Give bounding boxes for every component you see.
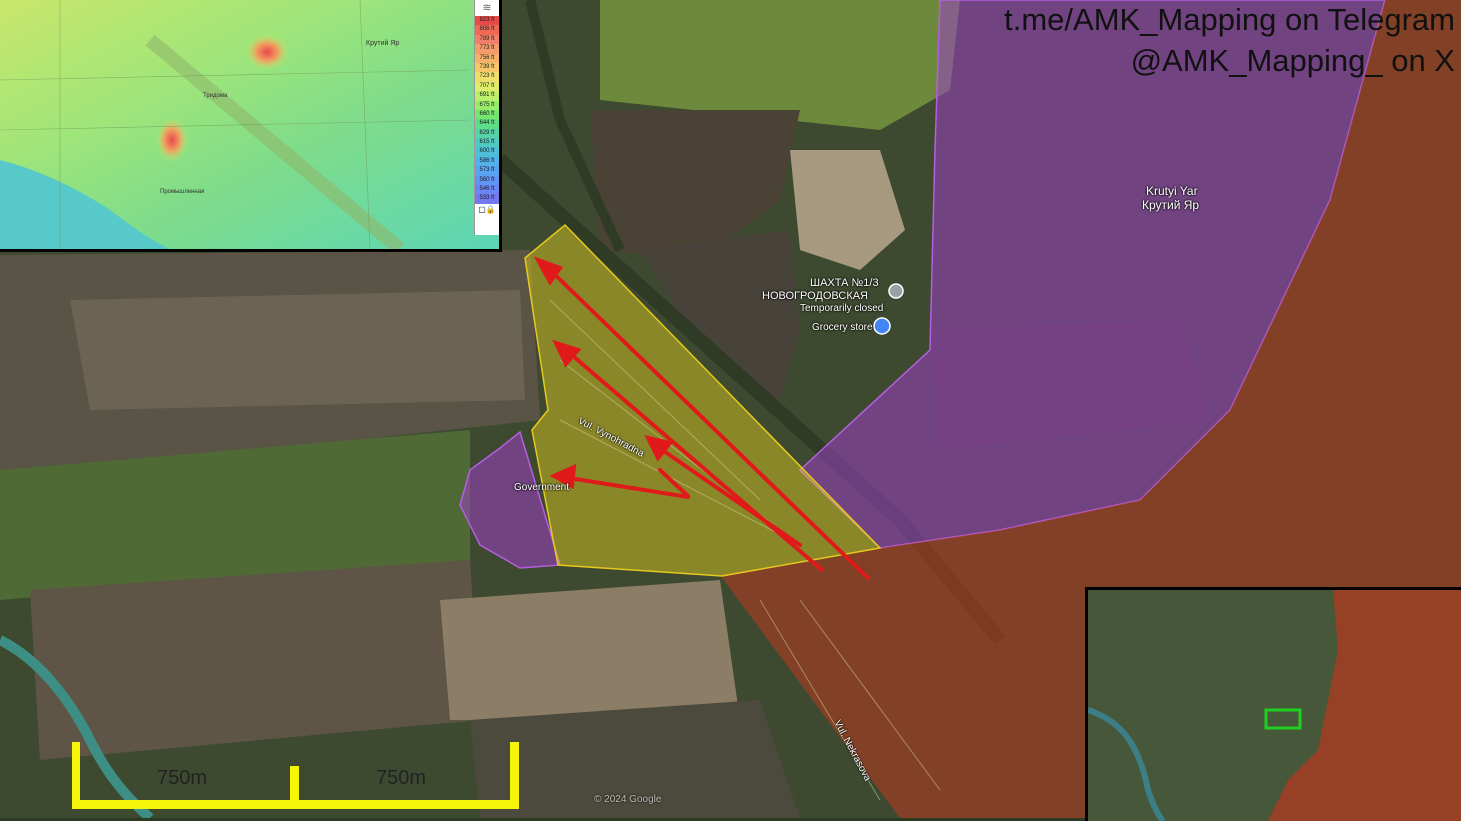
elevation-legend-entry: 546 ft — [475, 185, 499, 195]
krutyi-yar-label-ru: Крутий Яр — [1142, 198, 1200, 212]
field-west-stripes — [70, 290, 525, 410]
elevation-legend-entry: 586 ft — [475, 156, 499, 167]
shakhta-label-1: ШАХТА №1/3 — [810, 277, 879, 289]
elev-label-road: Промышленная — [160, 189, 205, 195]
elevation-legend-entry: 806 ft — [475, 25, 499, 35]
elev-label-village: Тридома — [203, 93, 228, 99]
elevation-legend-entry: 675 ft — [475, 100, 499, 110]
credit-x: @AMK_Mapping_ on X — [1130, 43, 1455, 78]
elevation-legend-entry: 573 ft — [475, 166, 499, 176]
elevation-legend-entry: 615 ft — [475, 138, 499, 148]
grocery-label: Grocery store — [812, 322, 873, 333]
elevation-legend-entry: 629 ft — [475, 128, 499, 139]
field-south-beige — [440, 580, 740, 720]
elevation-legend-entry: 723 ft — [475, 72, 499, 82]
krutyi-yar-label-en: Krutyi Yar — [1146, 184, 1198, 198]
elevation-legend-entry: 600 ft — [475, 147, 499, 157]
credit-telegram: t.me/AMK_Mapping on Telegram — [1004, 2, 1455, 37]
elevation-legend: ≋ 823 ft 806 ft 789 ft 773 ft 756 ft 739 ft 72… — [474, 0, 499, 235]
location-inset-map — [1085, 587, 1461, 821]
scale-label-right: 750m — [376, 767, 427, 789]
elevation-heatmap — [0, 0, 499, 249]
elevation-legend-entry: 739 ft — [475, 62, 499, 73]
elevation-legend-entry: 789 ft — [475, 34, 499, 45]
elevation-legend-entry: 644 ft — [475, 119, 499, 129]
elev-label-krutyi-yar: Крутий Яр — [366, 40, 400, 47]
elevation-legend-entry: 773 ft — [475, 44, 499, 54]
elevation-legend-entry: 660 ft — [475, 109, 499, 120]
elevation-legend-entry: 691 ft — [475, 91, 499, 101]
grocery-pin-icon[interactable] — [873, 317, 891, 335]
elevation-legend-entry: 707 ft — [475, 81, 499, 92]
elevation-legend-entry: 533 ft — [475, 194, 499, 204]
scale-label-left: 750m — [157, 767, 208, 789]
lock-icon[interactable]: ▢🔒 — [475, 204, 499, 216]
location-overview — [1088, 590, 1461, 821]
elevation-legend-entry: 756 ft — [475, 53, 499, 63]
elevation-inset-map: Крутий Яр Тридома Промышленная ≋ 823 ft 8… — [0, 0, 502, 252]
location-pin-icon[interactable] — [888, 283, 904, 299]
temporarily-closed-label: Temporarily closed — [800, 303, 884, 314]
government-label: Government — [514, 482, 570, 493]
layers-icon[interactable]: ≋ — [475, 0, 499, 16]
elevation-legend-entry: 560 ft — [475, 175, 499, 186]
shakhta-label-2: НОВОГРОДОВСКАЯ — [762, 290, 869, 302]
elevation-legend-entry: 823 ft — [475, 16, 499, 26]
google-watermark: © 2024 Google — [594, 794, 662, 805]
